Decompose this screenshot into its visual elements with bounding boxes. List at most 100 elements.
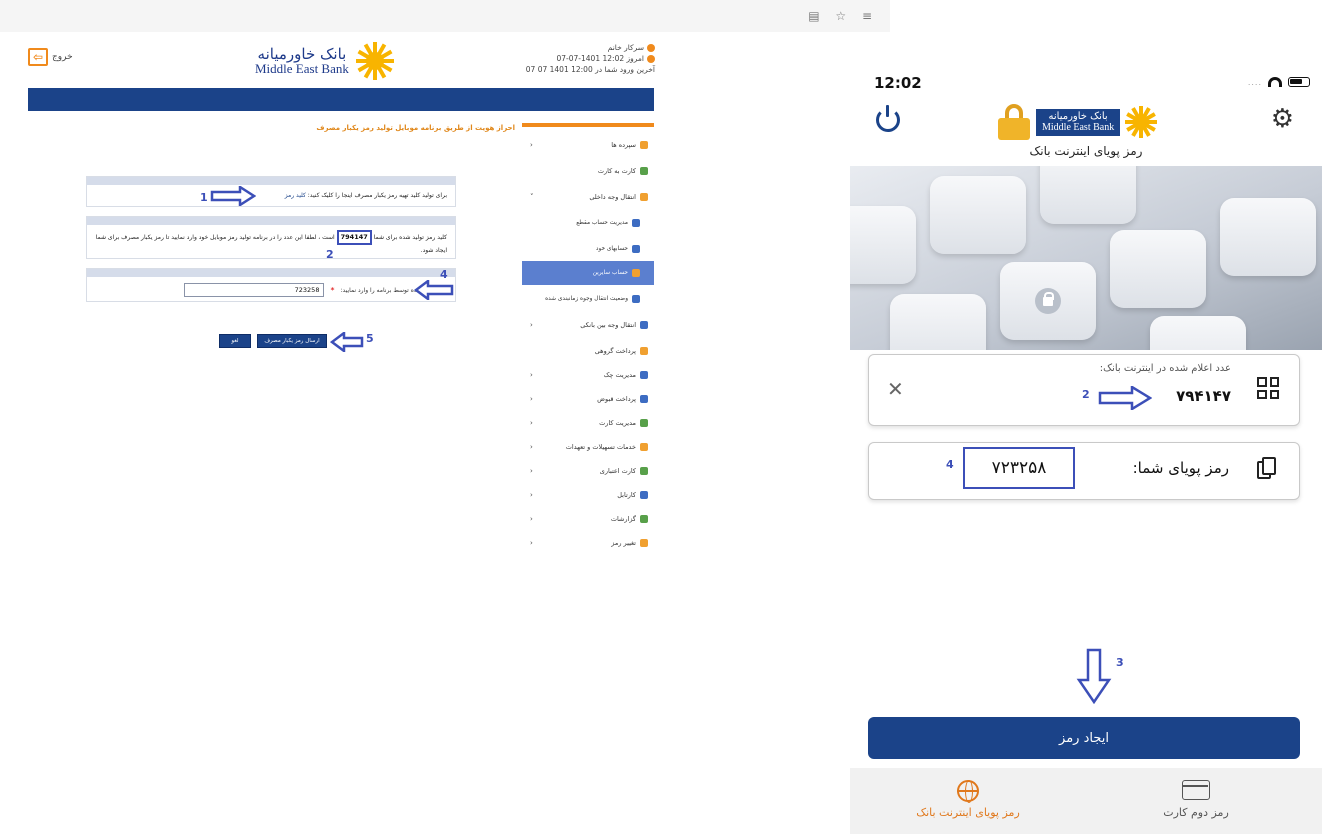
annotation-arrow-2 [1098, 386, 1152, 410]
dynamic-password-label: رمز پویای شما: [1132, 459, 1229, 477]
person-icon [632, 245, 640, 253]
bank-icon [640, 321, 648, 329]
enter-password-panel: رمز ایجاد شده توسط برنامه را وارد نمایید… [86, 268, 456, 302]
sidebar-subitem-account-management[interactable]: مدیریت حساب مقطع [522, 211, 654, 235]
sidebar-item-card-to-card[interactable]: کارت به کارت [522, 159, 654, 183]
schedule-icon [632, 295, 640, 303]
sidebar-item-change-password[interactable]: تغییر رمز ‹ [522, 531, 654, 555]
dynamic-password-value: ۷۲۳۲۵۸ [963, 447, 1075, 489]
sidebar-item-deposits[interactable]: سپرده ها ‹ [522, 133, 654, 157]
entered-number-value: ۷۹۴۱۴۷ [1176, 387, 1231, 405]
mobile-app-screen: 12:02 .... ⚙ بانک خاورمیانه Middle East … [850, 60, 1322, 834]
browser-toolbar: ▤ ☆ ≡ [0, 0, 890, 32]
wifi-icon [1268, 77, 1282, 87]
sidebar-menu: سپرده ها ‹ کارت به کارت انتقال وجه داخلی ˅… [522, 123, 654, 569]
mobile-app-title: رمز پویای اینترنت بانک [1029, 144, 1143, 158]
status-time: 12:02 [874, 74, 922, 92]
generate-key-link[interactable]: کلید رمز [285, 192, 306, 199]
sidebar-item-internal-transfer[interactable]: انتقال وجه داخلی ˅ [522, 185, 654, 209]
generate-key-text: برای تولید کلید تهیه رمز یکبار مصرف اینج… [307, 192, 447, 199]
mobile-logo-text-fa: بانک خاورمیانه [1048, 110, 1108, 122]
annotation-number-2: 2 [326, 248, 334, 261]
sidebar-item-bill-payment[interactable]: پرداخت قبوض ‹ [522, 387, 654, 411]
person-icon [632, 269, 640, 277]
power-icon[interactable] [876, 105, 900, 132]
signal-icon: .... [1247, 77, 1262, 87]
sun-logo-icon [1124, 106, 1158, 138]
logo-text-fa: بانک خاورمیانه [257, 44, 347, 63]
exit-icon: ⇦ [28, 48, 48, 66]
annotation-number-1: 1 [200, 191, 208, 204]
card-icon [640, 167, 648, 175]
exit-button[interactable]: ⇦ خروج [28, 48, 73, 66]
user-info: سرکار خانم امروز 12:02 1401-07-07 آخرین … [495, 42, 655, 75]
browser-toolbar-icons[interactable]: ▤ ☆ ≡ [808, 9, 878, 23]
sidebar-item-credit-card[interactable]: کارت اعتباری ‹ [522, 459, 654, 483]
tab-internet-bank-otp-label: رمز پویای اینترنت بانک [916, 806, 1020, 819]
sidebar-item-group-payment[interactable]: پرداخت گروهی [522, 339, 654, 363]
generated-key-text-pre: کلید رمز تولید شده برای شما [373, 234, 447, 241]
last-login: آخرین ورود شما در 12:00 1401 07 07 [525, 65, 655, 74]
annotation-arrow-3 [1076, 648, 1112, 704]
sidebar-item-loans[interactable]: خدمات تسهیلات و تعهدات ‹ [522, 435, 654, 459]
exit-label: خروج [52, 52, 73, 62]
entered-number-label: عدد اعلام شده در اینترنت بانک: [1099, 363, 1231, 374]
qr-code-icon[interactable] [1257, 377, 1279, 399]
loan-icon [640, 443, 648, 451]
globe-icon [957, 780, 979, 803]
header-blue-bar [28, 88, 654, 111]
cartable-icon [640, 491, 648, 499]
sidebar-item-reports[interactable]: گزارشات ‹ [522, 507, 654, 531]
otp-input[interactable] [184, 283, 325, 297]
annotation-arrow-1 [210, 186, 256, 206]
close-icon[interactable]: ✕ [887, 377, 904, 401]
sidebar-subitem-own-accounts[interactable]: حسابهای خود [522, 237, 654, 261]
sidebar-item-cartable[interactable]: کارتابل ‹ [522, 483, 654, 507]
chevron-down-icon: ˅ [530, 193, 534, 201]
web-header: ⇦ خروج بانک خاورمیانه Middle East Bank س… [0, 32, 660, 88]
create-password-button[interactable]: ایجاد رمز [868, 717, 1300, 759]
check-icon [640, 371, 648, 379]
generated-key-code: 794147 [336, 230, 372, 245]
keyboard-hero-image [850, 166, 1322, 350]
status-icons: .... [1248, 77, 1310, 87]
sidebar-item-card-management[interactable]: مدیریت کارت ‹ [522, 411, 654, 435]
sidebar-item-check-management[interactable]: مدیریت چک ‹ [522, 363, 654, 387]
card-icon [1182, 780, 1210, 800]
chevron-left-icon: ‹ [530, 141, 533, 149]
dynamic-password-card: رمز پویای شما: ۷۲۳۲۵۸ [868, 442, 1300, 500]
sidebar-subitem-scheduled-transfers[interactable]: وضعیت انتقال وجوه زمانبندی شده [522, 287, 654, 311]
annotation-number-4-mobile: 4 [946, 458, 954, 471]
sidebar-subitem-others-accounts[interactable]: حساب سایرین [522, 261, 654, 285]
tab-card-second-password-label: رمز دوم کارت [1163, 806, 1229, 819]
deposits-icon [640, 141, 648, 149]
copy-icon[interactable] [1257, 457, 1277, 481]
send-otp-button[interactable]: ارسال رمز یکبار مصرف [257, 334, 327, 348]
required-marker: * [330, 285, 335, 295]
battery-icon [1288, 77, 1310, 87]
annotation-arrow-4 [414, 280, 454, 300]
mobile-logo-text-en: Middle East Bank [1042, 122, 1115, 133]
tab-card-second-password[interactable]: رمز دوم کارت [1106, 780, 1286, 819]
user-icon [647, 43, 655, 52]
bank-logo: بانک خاورمیانه Middle East Bank [255, 42, 395, 80]
card-icon [640, 419, 648, 427]
sidebar-item-interbank-transfer[interactable]: انتقال وجه بین بانکی ‹ [522, 313, 654, 337]
credit-card-icon [640, 467, 648, 475]
mobile-bank-logo: بانک خاورمیانه Middle East Bank [1036, 106, 1158, 138]
bill-icon [640, 395, 648, 403]
user-name: سرکار خانم [607, 43, 644, 52]
annotation-number-4: 4 [440, 268, 448, 281]
tab-internet-bank-otp[interactable]: رمز پویای اینترنت بانک [878, 780, 1058, 819]
report-icon [640, 515, 648, 523]
bottom-tab-bar: رمز پویای اینترنت بانک رمز دوم کارت [850, 768, 1322, 834]
padlock-icon [1035, 288, 1061, 314]
group-icon [640, 347, 648, 355]
cancel-button[interactable]: لغو [219, 334, 251, 348]
generate-key-panel: برای تولید کلید تهیه رمز یکبار مصرف اینج… [86, 176, 456, 207]
annotation-number-2-mobile: 2 [1082, 388, 1090, 401]
gear-icon[interactable]: ⚙ [1271, 104, 1294, 134]
account-icon [632, 219, 640, 227]
page-title: احراز هویت از طریق برنامه موبایل تولید ر… [316, 124, 515, 132]
annotation-arrow-5 [330, 332, 364, 352]
